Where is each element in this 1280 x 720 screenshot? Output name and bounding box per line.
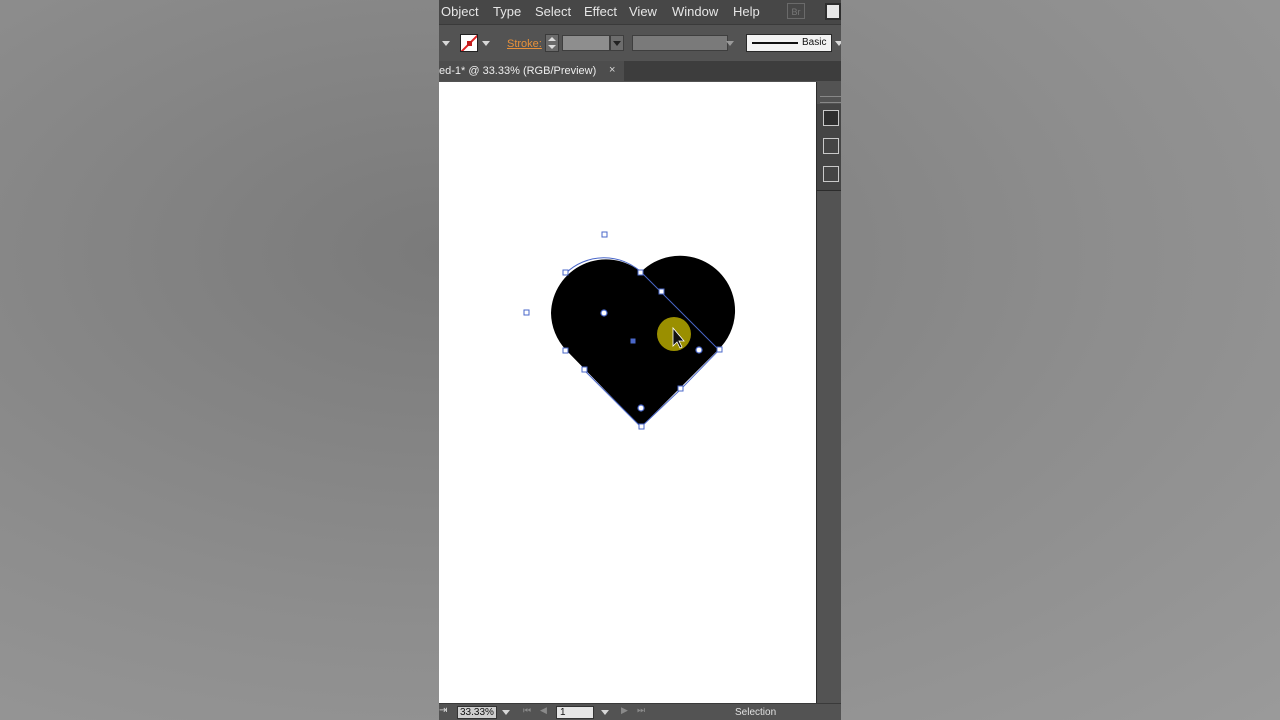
- brush-label: Basic: [802, 37, 827, 48]
- panel-grip[interactable]: [820, 96, 841, 103]
- document-tab-bar: ed-1* @ 33.33% (RGB/Preview) ×: [439, 61, 841, 81]
- control-bar: Stroke: Basic: [439, 25, 841, 62]
- right-panel-dock: [816, 82, 841, 703]
- arrange-icon[interactable]: [823, 110, 839, 126]
- stroke-weight-field[interactable]: [562, 35, 610, 51]
- panel-icons: [817, 104, 841, 191]
- artboard-canvas[interactable]: [439, 82, 816, 703]
- next-page-icon[interactable]: ▶: [621, 705, 628, 716]
- page-field[interactable]: 1: [556, 706, 594, 719]
- menu-help[interactable]: Help: [733, 4, 760, 19]
- artwork: [523, 231, 736, 430]
- last-page-icon[interactable]: ⏭: [637, 705, 645, 716]
- first-page-icon[interactable]: ⏮: [523, 705, 531, 716]
- fill-none-swatch-icon[interactable]: [460, 34, 478, 52]
- chevron-down-icon[interactable]: [601, 710, 609, 715]
- menu-effect[interactable]: Effect: [584, 4, 617, 19]
- document-tab[interactable]: ed-1* @ 33.33% (RGB/Preview) ×: [439, 61, 624, 81]
- close-icon[interactable]: ×: [609, 64, 615, 76]
- variable-width-profile-field[interactable]: [632, 35, 728, 51]
- chevron-down-icon[interactable]: [835, 41, 841, 46]
- heart-shape[interactable]: [551, 255, 736, 427]
- status-bar: ⇥ 33.33% ⏮ ◀ 1 ▶ ⏭ Selection: [439, 703, 841, 720]
- status-text: Selection: [735, 707, 777, 718]
- menu-object[interactable]: Object: [441, 4, 479, 19]
- menu-view[interactable]: View: [629, 4, 657, 19]
- prev-page-icon[interactable]: ◀: [540, 705, 547, 716]
- pathfinder-icon[interactable]: [823, 166, 839, 182]
- bridge-button[interactable]: Br: [787, 3, 805, 19]
- stroke-label[interactable]: Stroke:: [507, 38, 542, 50]
- align-icon[interactable]: [823, 138, 839, 154]
- menu-type[interactable]: Type: [493, 4, 521, 19]
- brush-definition-field[interactable]: Basic: [746, 34, 832, 52]
- menu-bar: Object Type Select Effect View Window He…: [439, 0, 841, 25]
- chevron-down-icon[interactable]: [726, 41, 734, 46]
- chevron-down-icon[interactable]: [482, 41, 490, 46]
- workspace-switcher-button[interactable]: [825, 3, 841, 20]
- document-tab-title: ed-1* @ 33.33% (RGB/Preview): [439, 65, 597, 77]
- chevron-down-icon[interactable]: [610, 35, 624, 51]
- stepper-icon[interactable]: [545, 34, 559, 52]
- menu-select[interactable]: Select: [535, 4, 571, 19]
- menu-window[interactable]: Window: [672, 4, 718, 19]
- chevron-down-icon[interactable]: [502, 710, 510, 715]
- chevron-down-icon[interactable]: [442, 41, 450, 46]
- illustrator-window: Object Type Select Effect View Window He…: [439, 0, 841, 720]
- artboard-indicator-icon: ⇥: [439, 705, 448, 716]
- zoom-field[interactable]: 33.33%: [457, 706, 497, 719]
